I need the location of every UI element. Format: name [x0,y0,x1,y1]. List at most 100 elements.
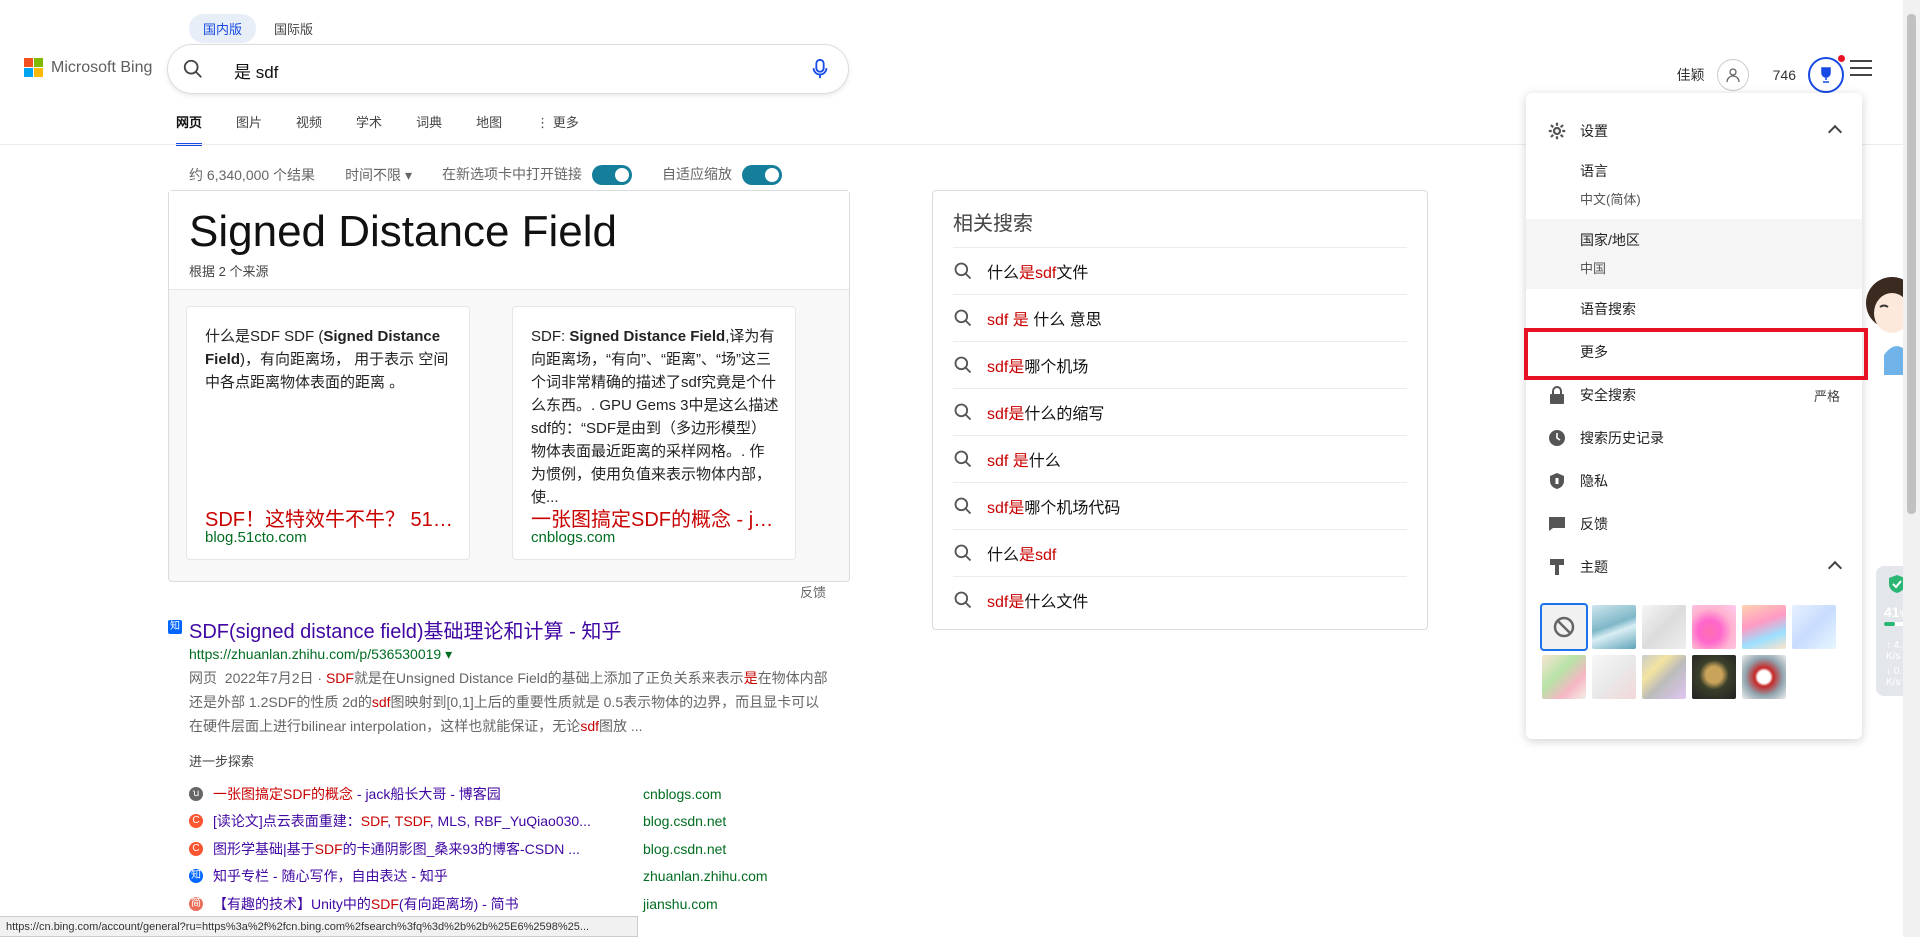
new-tab-label: 在新选项卡中打开链接 [441,166,582,182]
tab-images[interactable]: 图片 [236,110,262,146]
adaptive-zoom-label: 自适应缩放 [661,166,732,182]
tab-videos[interactable]: 视频 [296,110,322,146]
theme-swatch[interactable] [1692,605,1736,649]
related-search-text: 什么是sdf [987,547,1057,564]
language-setting[interactable]: 语言 中文(简体) [1526,161,1862,208]
search-icon [954,403,972,421]
adaptive-zoom-toggle[interactable] [741,165,782,186]
highlight-box [1524,328,1868,380]
explore-title-link[interactable]: 图形学基础|基于SDF的卡通阴影图_桑来93的博客-CSDN ... [213,839,613,859]
theme-swatch[interactable] [1742,605,1786,649]
theme-swatch[interactable] [1592,655,1636,699]
explore-domain: zhuanlan.zhihu.com [643,868,768,885]
time-filter-dropdown[interactable]: 时间不限 ▾ [345,165,412,185]
result-url[interactable]: https://zhuanlan.zhihu.com/p/536530019 ▾ [189,646,452,663]
related-search-item[interactable]: 什么是sdf [953,529,1407,576]
theme-swatch[interactable] [1692,655,1736,699]
answer-title: Signed Distance Field [189,207,618,256]
theme-swatch[interactable] [1642,605,1686,649]
feedback-label: 反馈 [1580,516,1608,532]
theme-swatch[interactable] [1542,655,1586,699]
site-favicon-icon: 知 [189,869,203,884]
scroll-thumb[interactable] [1907,14,1916,514]
theme-swatch[interactable] [1592,605,1636,649]
theme-label: 主题 [1580,559,1608,575]
new-tab-toggle[interactable] [591,165,632,186]
explore-title-link[interactable]: 知乎专栏 - 随心写作，自由表达 - 知乎 [213,866,613,886]
tab-academic[interactable]: 学术 [356,110,382,146]
header-account: 佳颖 746 [1677,55,1845,93]
tab-more[interactable]: ⋮ 更多 [536,110,579,146]
language-value: 中文(简体) [1580,192,1641,207]
cpu-bar-fill [1884,622,1895,626]
theme-swatch[interactable] [1742,655,1786,699]
theme-grid [1542,605,1852,699]
avatar-icon[interactable] [1716,59,1749,91]
related-search-item[interactable]: sdf是哪个机场代码 [953,482,1407,529]
answer-feedback-link[interactable]: 反馈 [800,582,826,601]
tab-maps[interactable]: 地图 [476,110,502,146]
explore-title-link[interactable]: [读论文]点云表面重建：SDF, TSDF, MLS, RBF_YuQiao03… [213,811,613,831]
privacy-row[interactable]: 隐私 [1526,459,1862,503]
gear-icon [1546,122,1568,140]
explore-item[interactable]: C [读论文]点云表面重建：SDF, TSDF, MLS, RBF_YuQiao… [189,808,768,836]
tab-domestic[interactable]: 国内版 [189,14,257,43]
rewards-trophy-icon[interactable] [1808,55,1845,93]
snippet-text: SDF: Signed Distance Field,译为有向距离场，“有向”、… [531,328,779,506]
related-search-item[interactable]: sdf是什么的缩写 [953,388,1407,435]
user-name[interactable]: 佳颖 [1677,65,1705,85]
snippet-link[interactable]: SDF！这特效牛不牛？ 51C... [205,503,455,532]
zhihu-favicon-icon: 知 [168,620,182,634]
theme-swatch[interactable] [1792,605,1836,649]
voice-search-setting[interactable]: 语音搜索 [1526,299,1862,319]
tab-dictionary[interactable]: 词典 [416,110,442,146]
clock-icon [1546,429,1568,447]
search-history-label: 搜索历史记录 [1580,430,1664,446]
result-title-link[interactable]: SDF(signed distance field)基础理论和计算 - 知乎 [189,615,621,644]
search-history-row[interactable]: 搜索历史记录 [1526,416,1862,460]
explore-list: ꭒ 一张图搞定SDF的概念 - jack船长大哥 - 博客园 cnblogs.c… [189,780,768,918]
related-search-text: 什么是sdf文件 [987,265,1089,282]
page-scrollbar[interactable] [1903,0,1920,937]
new-tab-setting: 在新选项卡中打开链接 [441,164,632,186]
language-label: 语言 [1580,163,1608,179]
microphone-icon[interactable] [810,58,830,80]
related-search-item[interactable]: 什么是sdf文件 [953,247,1407,294]
search-icon[interactable] [182,58,204,80]
related-search-text: sdf是什么的缩写 [987,406,1105,423]
explore-item[interactable]: C 图形学基础|基于SDF的卡通阴影图_桑来93的博客-CSDN ... blo… [189,835,768,863]
settings-header[interactable]: 设置 [1526,109,1862,153]
region-setting[interactable]: 国家/地区 中国 [1526,219,1862,289]
related-search-item[interactable]: sdf 是什么 [953,435,1407,482]
theme-none[interactable] [1542,605,1586,649]
related-search-text: sdf是什么文件 [987,594,1089,611]
tab-web[interactable]: 网页 [176,110,203,146]
mascot-character-icon [1866,277,1904,375]
menu-icon[interactable] [1850,60,1872,76]
snippet-domain: cnblogs.com [531,529,616,546]
paint-brush-icon [1546,558,1568,576]
tab-international[interactable]: 国际版 [260,14,327,43]
answer-header: Signed Distance Field 根据 2 个来源 [169,191,849,290]
rewards-points[interactable]: 746 [1773,67,1796,83]
explore-item[interactable]: 知 知乎专栏 - 随心写作，自由表达 - 知乎 zhuanlan.zhihu.c… [189,863,768,891]
theme-swatch[interactable] [1642,655,1686,699]
explore-item[interactable]: ꭒ 一张图搞定SDF的概念 - jack船长大哥 - 博客园 cnblogs.c… [189,780,768,808]
related-search-item[interactable]: sdf是哪个机场 [953,341,1407,388]
bing-logo[interactable]: Microsoft Bing [24,58,152,77]
related-search-item[interactable]: sdf是什么文件 [953,576,1407,623]
explore-title-link[interactable]: 一张图搞定SDF的概念 - jack船长大哥 - 博客园 [213,784,613,804]
logo-text: Microsoft Bing [51,58,153,76]
feedback-row[interactable]: 反馈 [1526,502,1862,546]
snippet-link[interactable]: 一张图搞定SDF的概念 - jac... [531,503,781,532]
search-icon [954,356,972,374]
explore-title-link[interactable]: 【有趣的技术】Unity中的SDF(有向距离场) - 简书 [213,894,613,914]
search-input[interactable] [232,57,776,83]
site-favicon-icon: C [189,841,203,856]
theme-row[interactable]: 主题 [1526,545,1862,589]
related-search-item[interactable]: sdf 是 什么 意思 [953,294,1407,341]
region-label: 国家/地区 [1580,232,1640,248]
explore-item[interactable]: 简 【有趣的技术】Unity中的SDF(有向距离场) - 简书 jianshu.… [189,890,768,918]
no-theme-icon [1553,616,1575,638]
search-box [168,45,848,93]
